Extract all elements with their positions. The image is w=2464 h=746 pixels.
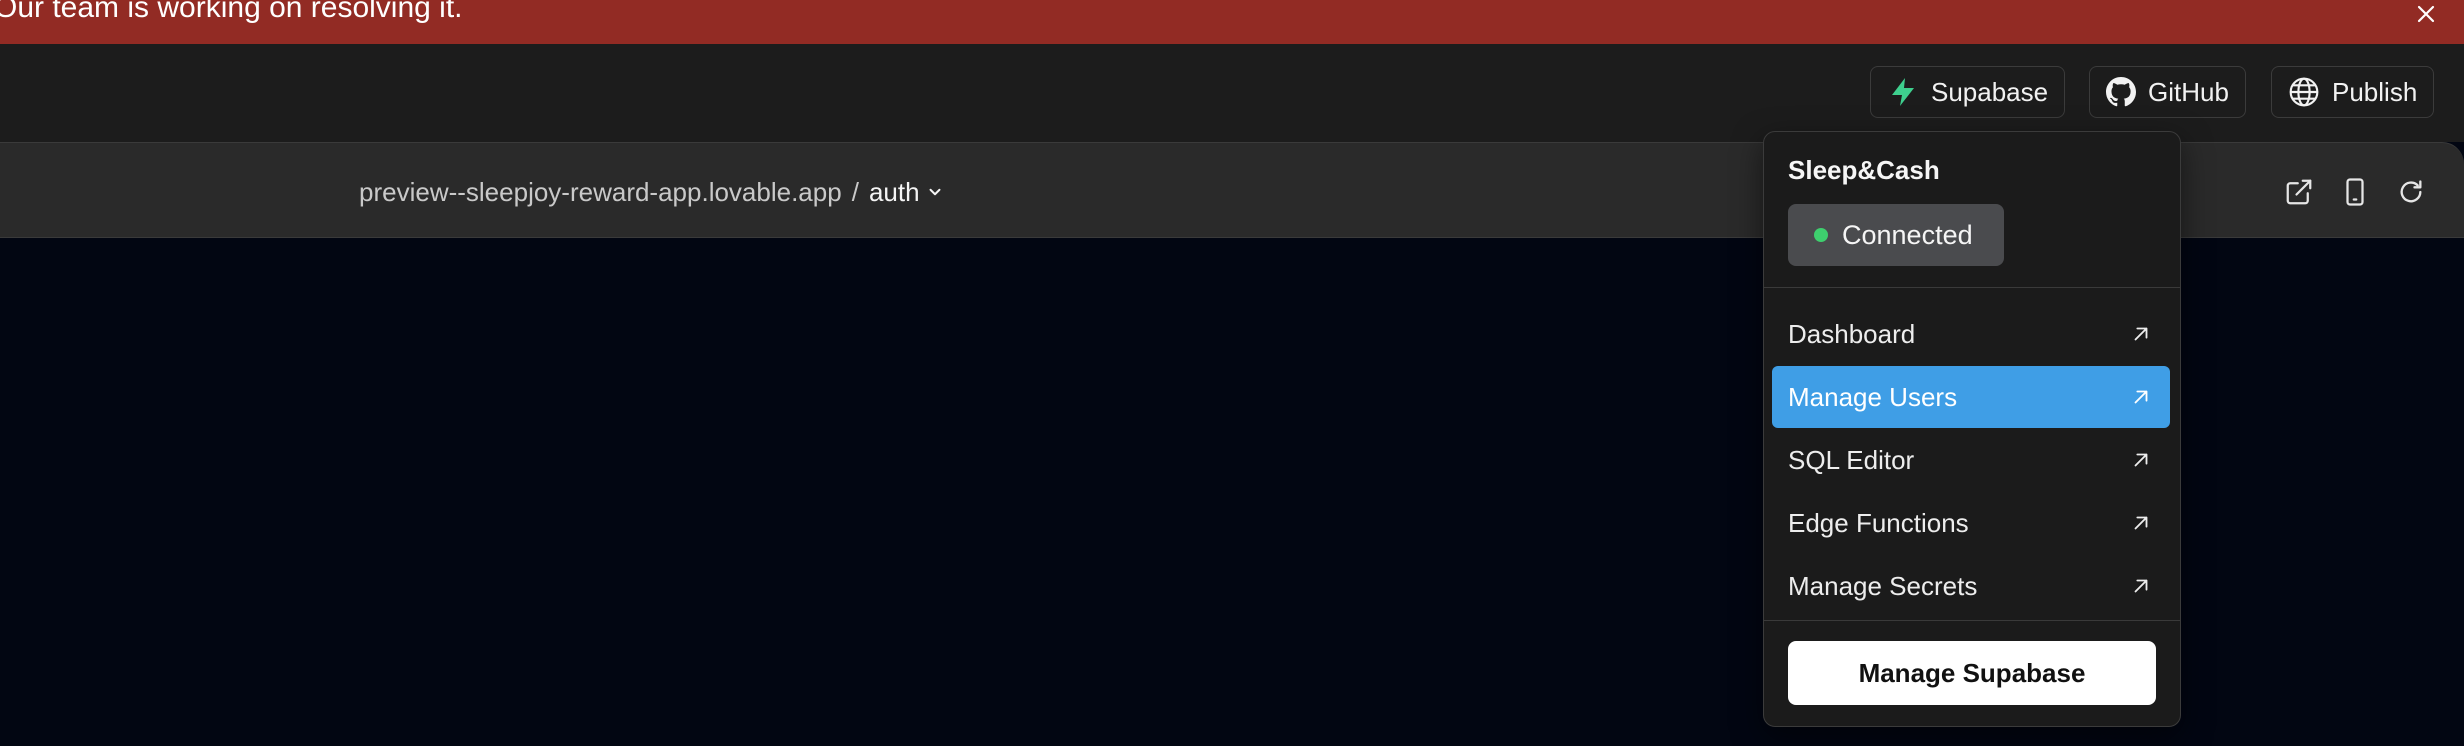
supabase-button[interactable]: Supabase — [1870, 66, 2066, 118]
menu-item-edge-functions[interactable]: Edge Functions — [1772, 492, 2170, 554]
mobile-preview-button[interactable] — [2335, 172, 2375, 212]
menu-item-manage-users[interactable]: Manage Users — [1772, 366, 2170, 428]
github-button[interactable]: GitHub — [2089, 66, 2246, 118]
menu-divider — [1764, 620, 2180, 621]
menu-item-label: Dashboard — [1788, 318, 1916, 349]
preview-host: preview--sleepjoy-reward-app.lovable.app — [359, 177, 842, 207]
arrow-up-right-icon — [2134, 516, 2148, 530]
banner-message: Our team is working on resolving it. — [0, 0, 463, 24]
menu-item-dashboard[interactable]: Dashboard — [1772, 303, 2170, 365]
menu-item-label: SQL Editor — [1788, 444, 1915, 475]
globe-icon — [2289, 77, 2319, 107]
menu-item-label: Manage Secrets — [1788, 570, 1978, 601]
github-button-label: GitHub — [2148, 76, 2229, 107]
chevron-down-icon — [929, 188, 941, 196]
manage-supabase-button[interactable]: Manage Supabase — [1788, 641, 2156, 705]
arrow-up-right-icon — [2134, 579, 2148, 593]
error-banner: Our team is working on resolving it. — [0, 0, 2464, 44]
route-selector[interactable]: auth — [869, 172, 920, 212]
status-dot-icon — [1814, 228, 1828, 242]
connection-status-label: Connected — [1842, 219, 1973, 250]
menu-divider — [1764, 287, 2180, 288]
publish-button[interactable]: Publish — [2271, 66, 2435, 118]
url-separator: / — [851, 177, 859, 207]
menu-item-label: Manage Users — [1788, 381, 1958, 412]
refresh-icon — [2400, 180, 2422, 203]
supabase-button-label: Supabase — [1931, 76, 2049, 107]
project-name: Sleep&Cash — [1788, 155, 1940, 185]
arrow-up-right-icon — [2134, 390, 2148, 404]
close-icon — [2417, 5, 2435, 23]
supabase-bolt-icon — [1892, 78, 1914, 106]
mobile-device-icon — [2346, 178, 2364, 206]
menu-item-manage-secrets[interactable]: Manage Secrets — [1772, 555, 2170, 617]
open-in-new-tab-button[interactable] — [2279, 172, 2319, 212]
menu-item-label: Edge Functions — [1788, 507, 1969, 538]
arrow-up-right-icon — [2134, 327, 2148, 341]
publish-button-label: Publish — [2332, 76, 2418, 107]
supabase-dropdown-menu: Sleep&Cash Connected Dashboard Manage Us… — [1763, 131, 2181, 727]
menu-item-sql-editor[interactable]: SQL Editor — [1772, 429, 2170, 491]
banner-close-button[interactable] — [2408, 0, 2444, 32]
connection-status-badge: Connected — [1788, 204, 2004, 266]
arrow-up-right-icon — [2134, 453, 2148, 467]
preview-url[interactable]: preview--sleepjoy-reward-app.lovable.app… — [359, 172, 944, 212]
github-icon — [2106, 77, 2136, 107]
refresh-preview-button[interactable] — [2391, 172, 2431, 212]
open-external-icon — [2286, 179, 2312, 205]
